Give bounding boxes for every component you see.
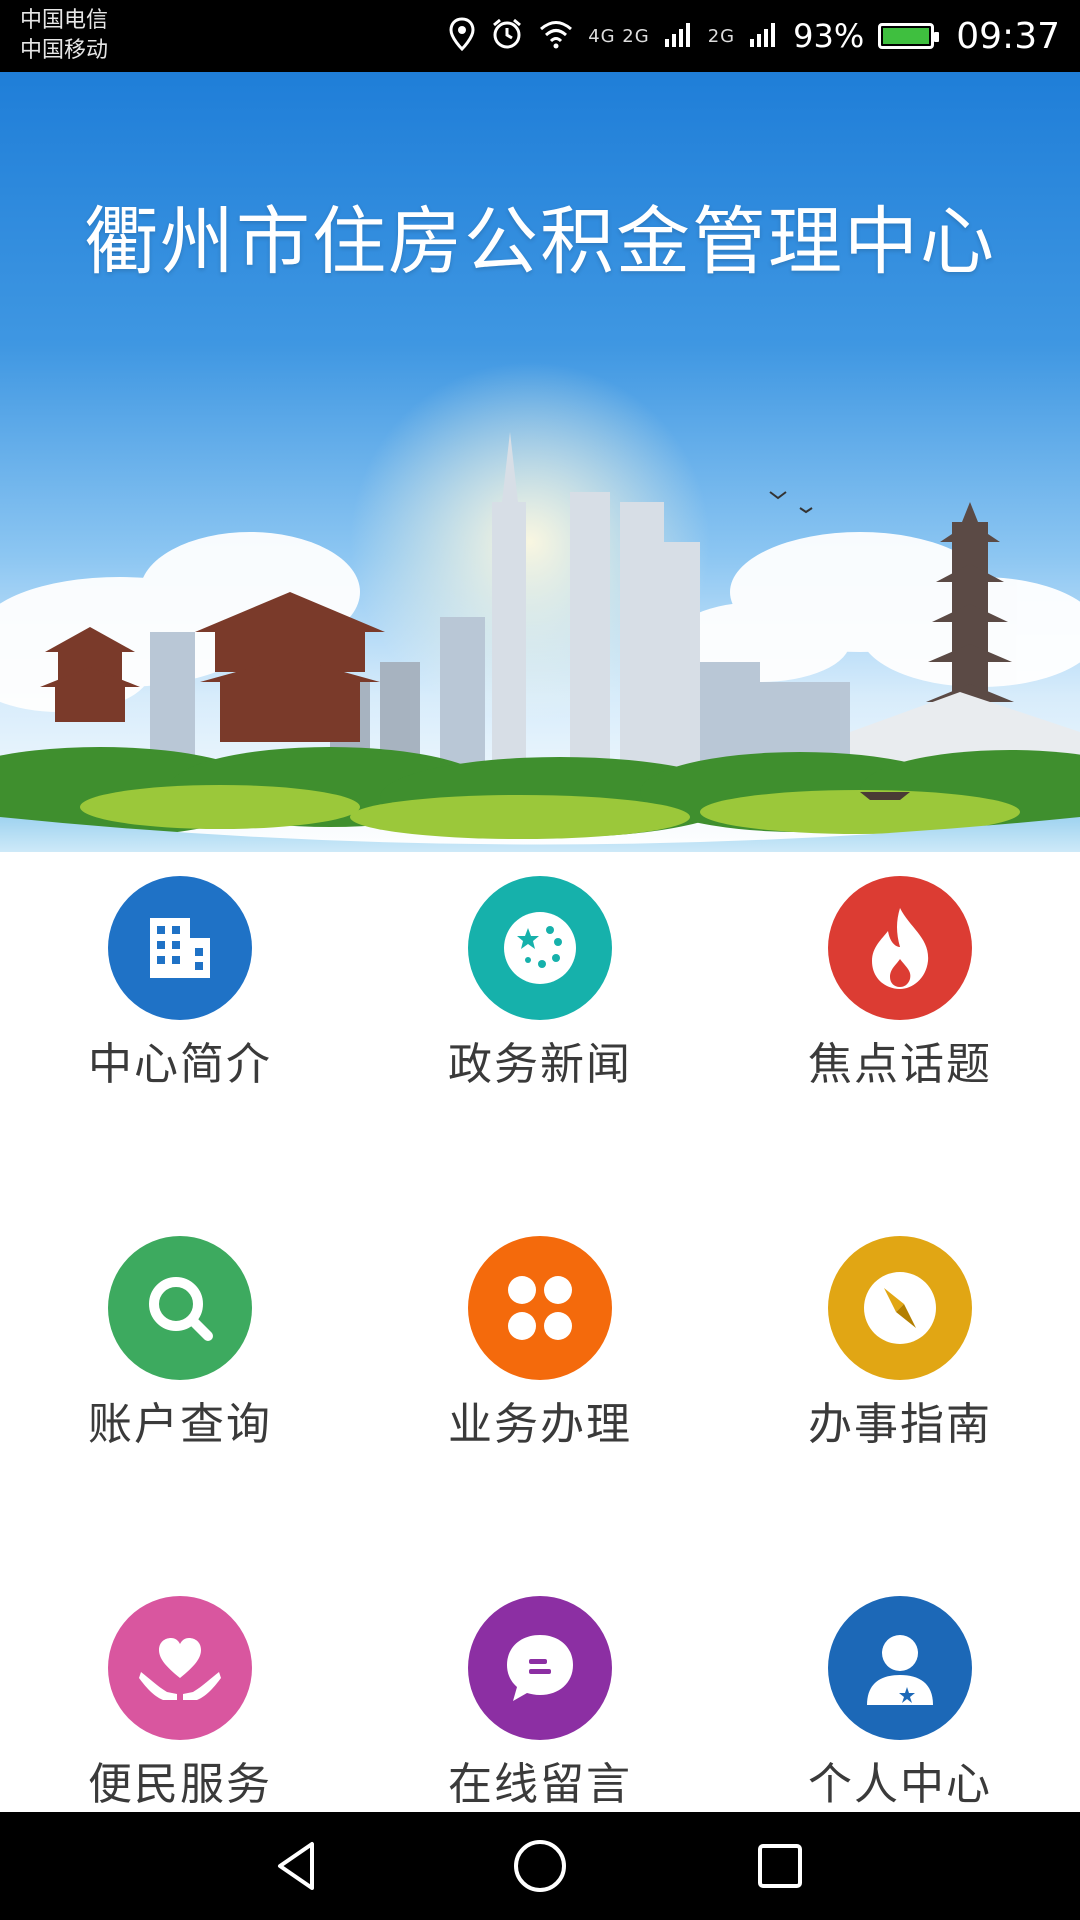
battery-percent: 93% bbox=[793, 17, 865, 55]
back-icon[interactable] bbox=[268, 1834, 332, 1898]
menu-item-business[interactable]: 业务办理 bbox=[360, 1212, 720, 1512]
search-icon bbox=[108, 1236, 252, 1380]
stars-icon bbox=[468, 876, 612, 1020]
chat-bubble-icon bbox=[468, 1596, 612, 1740]
menu-item-label: 便民服务 bbox=[88, 1759, 272, 1810]
network-type-1: 4G 2G bbox=[588, 25, 650, 47]
system-nav-bar bbox=[0, 1812, 1080, 1920]
clover-icon bbox=[468, 1236, 612, 1380]
menu-item-label: 政务新闻 bbox=[448, 1039, 632, 1090]
menu-item-label: 中心简介 bbox=[88, 1039, 272, 1090]
carrier-1: 中国电信 bbox=[20, 8, 109, 33]
header-banner: 衢州市住房公积金管理中心 bbox=[0, 72, 1080, 852]
menu-item-label: 办事指南 bbox=[808, 1399, 992, 1450]
recents-icon[interactable] bbox=[748, 1834, 812, 1898]
menu-item-gov-news[interactable]: 政务新闻 bbox=[360, 852, 720, 1152]
heart-hands-icon bbox=[108, 1596, 252, 1740]
menu-item-label: 账户查询 bbox=[88, 1399, 272, 1450]
menu-item-label: 在线留言 bbox=[448, 1759, 632, 1810]
menu-item-guide[interactable]: 办事指南 bbox=[720, 1212, 1080, 1512]
menu-item-center-intro[interactable]: 中心简介 bbox=[0, 852, 360, 1152]
menu-item-label: 焦点话题 bbox=[808, 1039, 992, 1090]
menu-item-focus-topics[interactable]: 焦点话题 bbox=[720, 852, 1080, 1152]
status-bar: 中国电信 中国移动 4G 2G 2G 93% 09:37 bbox=[0, 0, 1080, 72]
flame-icon bbox=[828, 876, 972, 1020]
signal-icon bbox=[749, 19, 779, 53]
compass-icon bbox=[828, 1236, 972, 1380]
menu-item-label: 业务办理 bbox=[448, 1399, 632, 1450]
battery-icon bbox=[878, 23, 940, 49]
alarm-icon bbox=[490, 17, 524, 55]
location-icon bbox=[448, 17, 476, 55]
user-icon bbox=[828, 1596, 972, 1740]
carrier-info: 中国电信 中国移动 bbox=[20, 6, 108, 66]
wifi-icon bbox=[538, 19, 574, 53]
home-icon[interactable] bbox=[508, 1834, 572, 1898]
network-type-2: 2G bbox=[707, 25, 736, 47]
status-icons: 4G 2G 2G 93% 09:37 bbox=[448, 0, 1060, 72]
building-icon bbox=[108, 876, 252, 1020]
menu-item-account-query[interactable]: 账户查询 bbox=[0, 1212, 360, 1512]
clock: 09:37 bbox=[956, 15, 1060, 57]
menu-item-label: 个人中心 bbox=[808, 1759, 992, 1810]
page-title: 衢州市住房公积金管理中心 bbox=[84, 199, 996, 285]
signal-icon bbox=[664, 19, 694, 53]
carrier-2: 中国移动 bbox=[20, 38, 109, 63]
